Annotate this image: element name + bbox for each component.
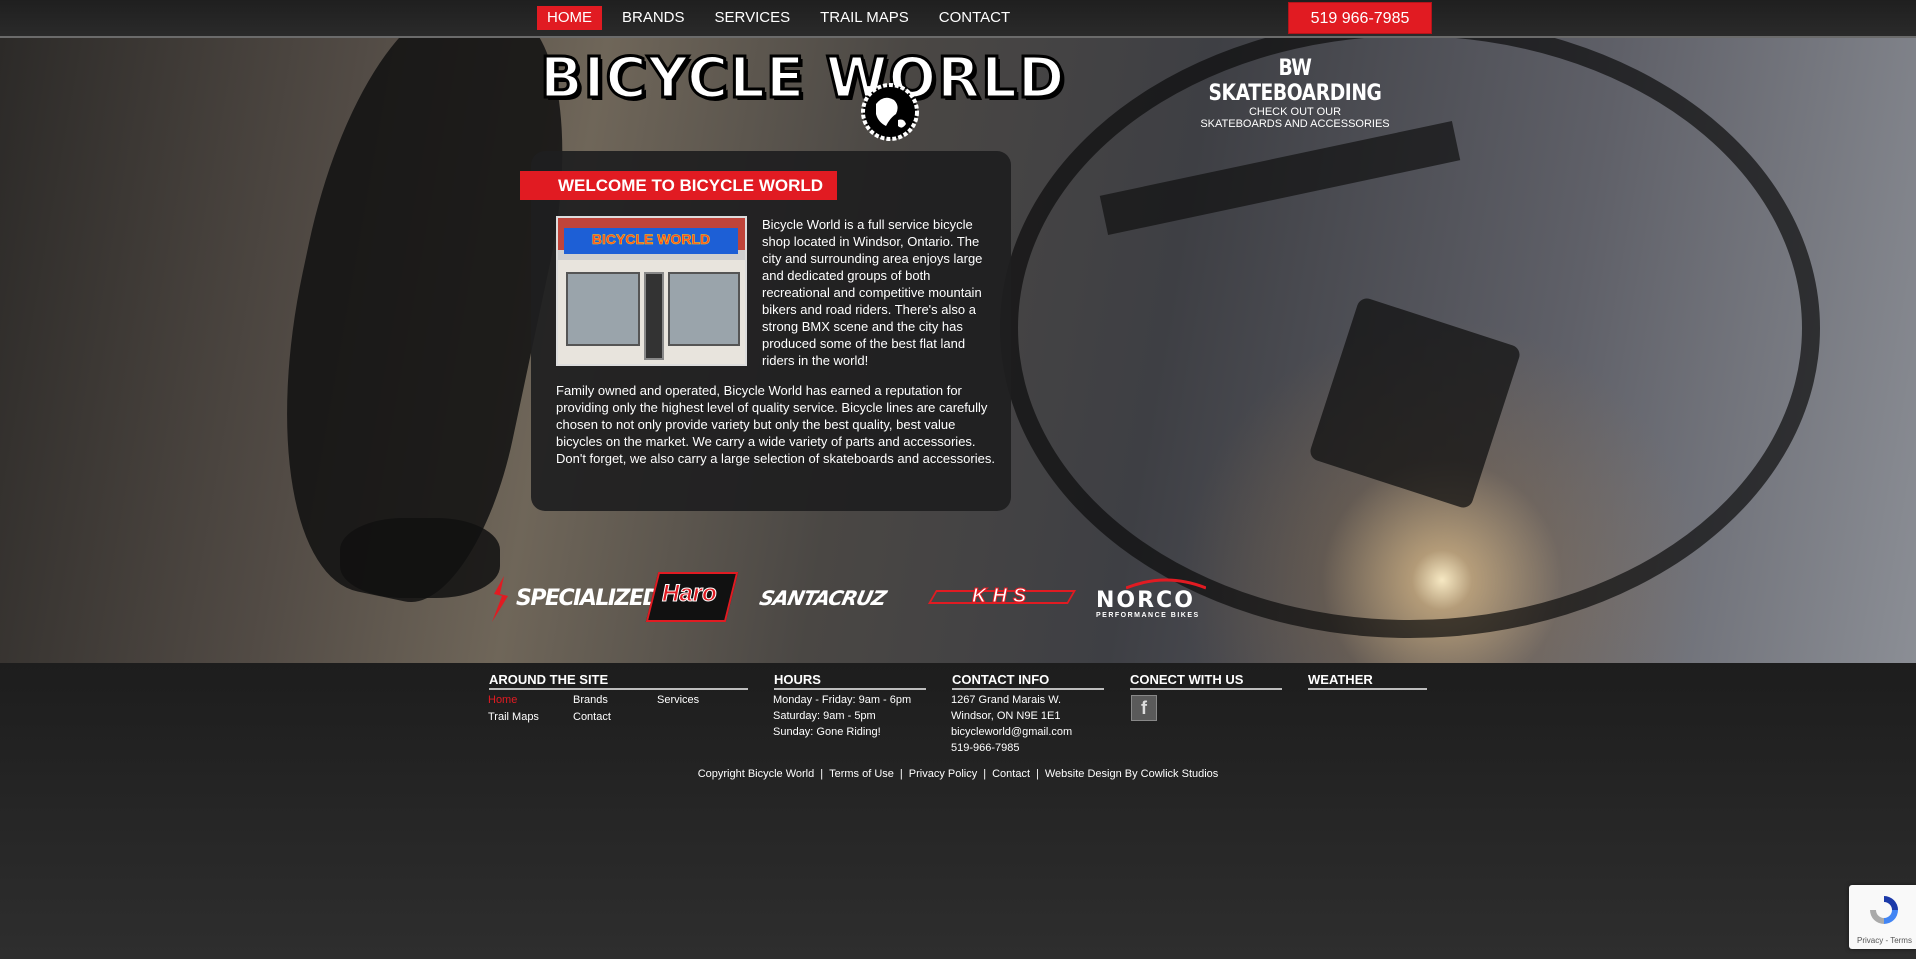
contact-phone: 519-966-7985 bbox=[951, 742, 1020, 754]
footer-link-contact[interactable]: Contact bbox=[573, 711, 611, 723]
contact-info: 1267 Grand Marais W. Windsor, ON N9E 1E1… bbox=[951, 692, 1072, 756]
copyright-text: Copyright Bicycle World bbox=[697, 768, 815, 780]
terms-link[interactable]: Terms of Use bbox=[829, 768, 894, 780]
recaptcha-icon bbox=[1870, 896, 1898, 924]
globe-icon bbox=[861, 83, 919, 141]
skateboarding-title: BW SKATEBOARDING bbox=[1208, 56, 1382, 106]
hours-sunday: Sunday: Gone Riding! bbox=[773, 726, 881, 738]
storefront-photo: BICYCLE WORLD bbox=[556, 216, 747, 366]
facebook-icon[interactable]: f bbox=[1131, 695, 1157, 721]
footer-link-services[interactable]: Services bbox=[657, 694, 699, 706]
specialized-logo[interactable]: SPECIALIZED bbox=[490, 572, 661, 622]
site-logo[interactable]: BICYCLE WORLD bbox=[538, 45, 1066, 146]
copyright-bar: Copyright Bicycle World | Terms of Use | Pri… bbox=[697, 768, 1219, 780]
recaptcha-badge[interactable]: Privacy - Terms bbox=[1849, 885, 1916, 949]
haro-text: Haro bbox=[662, 580, 718, 608]
footer-heading-connect: CONECT WITH US bbox=[1130, 672, 1282, 690]
store-window-left bbox=[566, 272, 640, 346]
welcome-title: WELCOME TO BICYCLE WORLD bbox=[520, 171, 838, 200]
nav-contact[interactable]: CONTACT bbox=[929, 6, 1020, 30]
nav-home[interactable]: HOME bbox=[537, 6, 602, 30]
contact-address-line1: 1267 Grand Marais W. bbox=[951, 694, 1062, 706]
skateboarding-subtitle: CHECK OUT OUR SKATEBOARDS AND ACCESSORIE… bbox=[1190, 106, 1400, 130]
specialized-s-icon bbox=[492, 576, 508, 622]
copyright-contact-link[interactable]: Contact bbox=[992, 768, 1030, 780]
hours-saturday: Saturday: 9am - 5pm bbox=[773, 710, 876, 722]
hours-weekday: Monday - Friday: 9am - 6pm bbox=[773, 694, 912, 706]
nav-services[interactable]: SERVICES bbox=[705, 6, 801, 30]
norco-logo[interactable]: NORCO PERFORMANCE BIKES bbox=[1096, 572, 1232, 622]
hours-list: Monday - Friday: 9am - 6pm Saturday: 9am… bbox=[773, 692, 911, 740]
nav-trail-maps[interactable]: TRAIL MAPS bbox=[810, 6, 919, 30]
privacy-link[interactable]: Privacy Policy bbox=[909, 768, 977, 780]
khs-logo[interactable]: KHS bbox=[927, 572, 1077, 622]
store-window-right bbox=[668, 272, 740, 346]
logo-text: BICYCLE WORLD bbox=[538, 45, 1066, 113]
footer-link-home[interactable]: Home bbox=[488, 694, 517, 706]
haro-logo[interactable]: Haro bbox=[645, 572, 739, 622]
footer-heading-hours: HOURS bbox=[774, 672, 926, 690]
welcome-body-text: Family owned and operated, Bicycle World… bbox=[556, 383, 995, 466]
store-door bbox=[644, 272, 664, 360]
store-sign: BICYCLE WORLD bbox=[564, 228, 738, 254]
skateboarding-subtitle-line1: CHECK OUT OUR bbox=[1248, 106, 1342, 118]
norco-text: NORCO bbox=[1096, 588, 1195, 613]
nav-brands[interactable]: BRANDS bbox=[612, 6, 695, 30]
specialized-text: SPECIALIZED bbox=[516, 586, 661, 611]
santacruz-logo[interactable]: SANTACRUZ bbox=[757, 572, 912, 622]
recaptcha-links[interactable]: Privacy - Terms bbox=[1857, 936, 1912, 945]
norco-subtext: PERFORMANCE BIKES bbox=[1096, 612, 1200, 619]
footer-heading-weather: WEATHER bbox=[1308, 672, 1427, 690]
contact-address-line2: Windsor, ON N9E 1E1 bbox=[951, 710, 1061, 722]
welcome-intro-text: Bicycle World is a full service bicycle … bbox=[762, 217, 983, 368]
glove-silhouette bbox=[340, 518, 500, 598]
phone-button[interactable]: 519 966-7985 bbox=[1288, 2, 1432, 34]
main-nav: HOME BRANDS SERVICES TRAIL MAPS CONTACT bbox=[537, 6, 1030, 30]
footer-heading-contact: CONTACT INFO bbox=[952, 672, 1104, 690]
top-navigation-bar: HOME BRANDS SERVICES TRAIL MAPS CONTACT … bbox=[0, 0, 1916, 38]
designer-link[interactable]: Website Design By Cowlick Studios bbox=[1045, 768, 1218, 780]
footer-link-trail-maps[interactable]: Trail Maps bbox=[488, 711, 539, 723]
skateboarding-promo[interactable]: BW SKATEBOARDING CHECK OUT OUR SKATEBOAR… bbox=[1190, 56, 1400, 130]
skateboarding-subtitle-line2: SKATEBOARDS AND ACCESSORIES bbox=[1200, 118, 1390, 130]
footer-link-brands[interactable]: Brands bbox=[573, 694, 608, 706]
contact-email[interactable]: bicycleworld@gmail.com bbox=[951, 724, 1072, 740]
footer-heading-around: AROUND THE SITE bbox=[489, 672, 748, 690]
santacruz-text: SANTACRUZ bbox=[757, 586, 888, 610]
khs-text: KHS bbox=[971, 585, 1033, 608]
